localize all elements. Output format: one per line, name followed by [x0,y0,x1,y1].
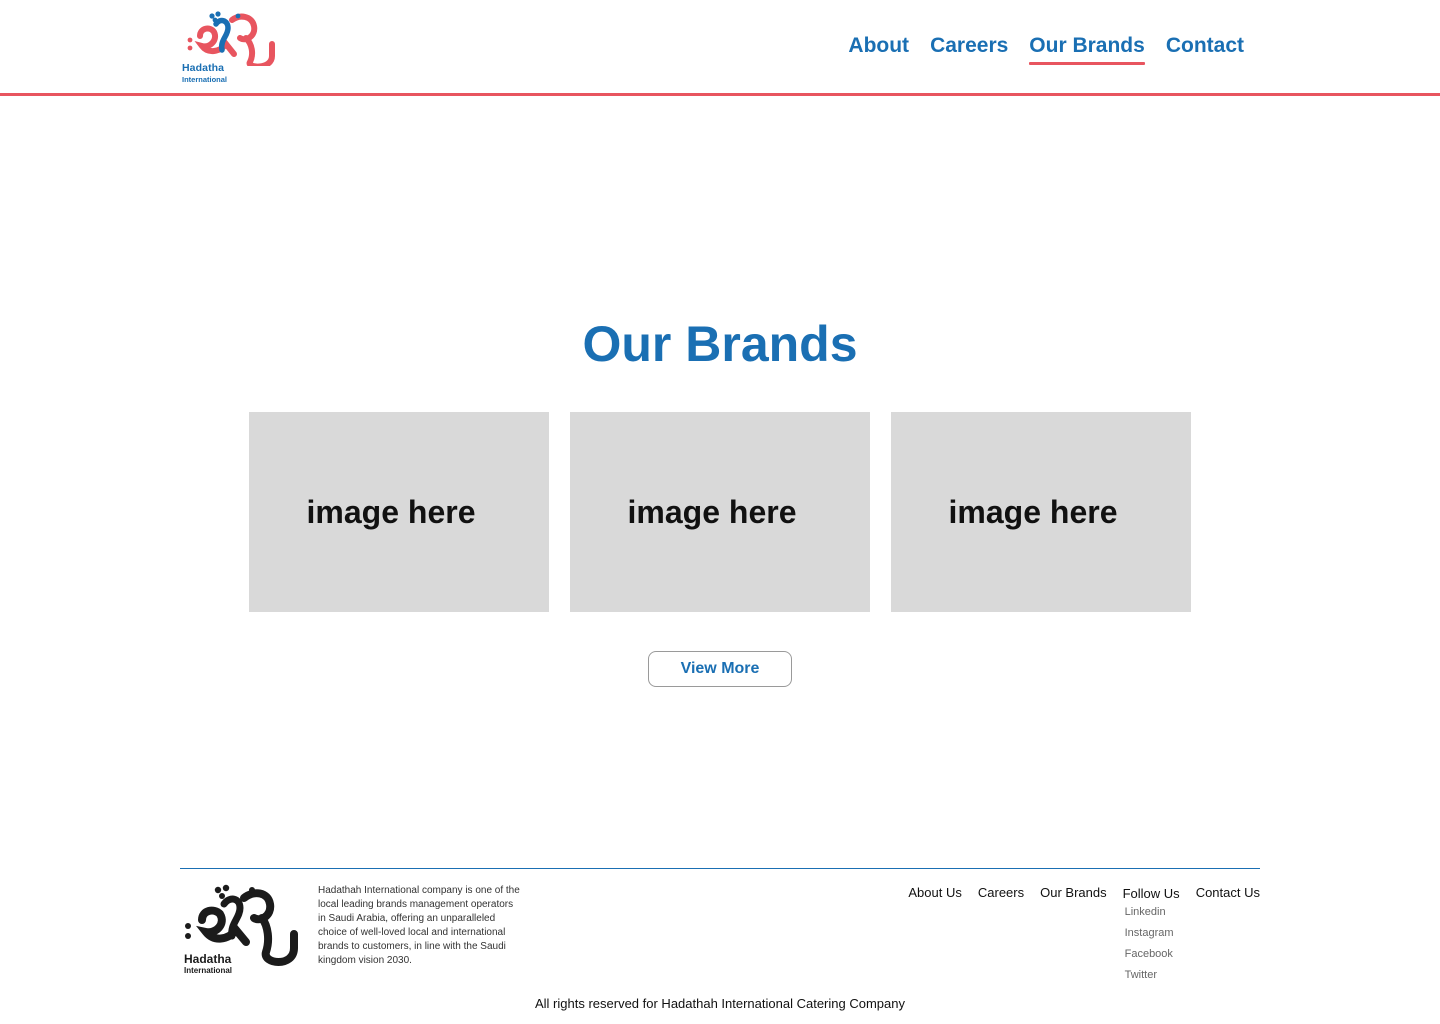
nav-our-brands[interactable]: Our Brands [1029,34,1145,65]
image-placeholder-label: image here [306,493,476,530]
brand-card[interactable]: image here [891,412,1191,612]
brand-logo[interactable]: Hadatha International [180,10,280,86]
social-link-twitter[interactable]: Twitter [1125,968,1174,982]
footer-divider [180,868,1260,869]
image-placeholder-label: image here [627,493,797,530]
brand-cards: image here image here image here [249,412,1191,612]
view-more-button[interactable]: View More [648,651,792,687]
footer-follow-us: Follow Us [1122,886,1180,901]
logo-name: Hadatha [182,62,225,74]
footer-link-about[interactable]: About Us [908,885,961,903]
site-header: Hadatha International About Careers Our … [0,0,1440,93]
social-link-facebook[interactable]: Facebook [1125,947,1174,961]
social-link-linkedin[interactable]: Linkedin [1125,905,1174,919]
nav-careers[interactable]: Careers [930,34,1008,64]
logo-subname: International [182,75,228,84]
footer-logo-name: Hadatha [184,952,232,966]
footer-logo[interactable]: Hadatha International [180,882,304,984]
brand-card[interactable]: image here [570,412,870,612]
company-description: Hadathah International company is one of… [318,885,520,966]
main-nav: About Careers Our Brands Contact [848,34,1244,65]
nav-about[interactable]: About [848,34,909,64]
footer-logo-subname: International [184,966,233,975]
image-placeholder-label: image here [948,493,1118,530]
social-link-instagram[interactable]: Instagram [1125,926,1174,940]
social-links: Linkedin Instagram Facebook Twitter [1125,905,1174,982]
header-divider [0,93,1440,96]
logo-calligraphy-icon [187,11,275,66]
nav-contact[interactable]: Contact [1166,34,1244,64]
footer-nav: About Us Careers Our Brands Follow Us Li… [908,885,1260,981]
follow-us-group: Follow Us Linkedin Instagram Facebook Tw… [1122,885,1180,981]
footer-link-our-brands[interactable]: Our Brands [1040,885,1106,903]
footer-link-careers[interactable]: Careers [978,885,1024,903]
footer-link-contact-us[interactable]: Contact Us [1196,885,1260,903]
page-title: Our Brands [582,316,858,372]
copyright-notice: All rights reserved for Hadathah Interna… [535,996,905,1011]
brand-card[interactable]: image here [249,412,549,612]
